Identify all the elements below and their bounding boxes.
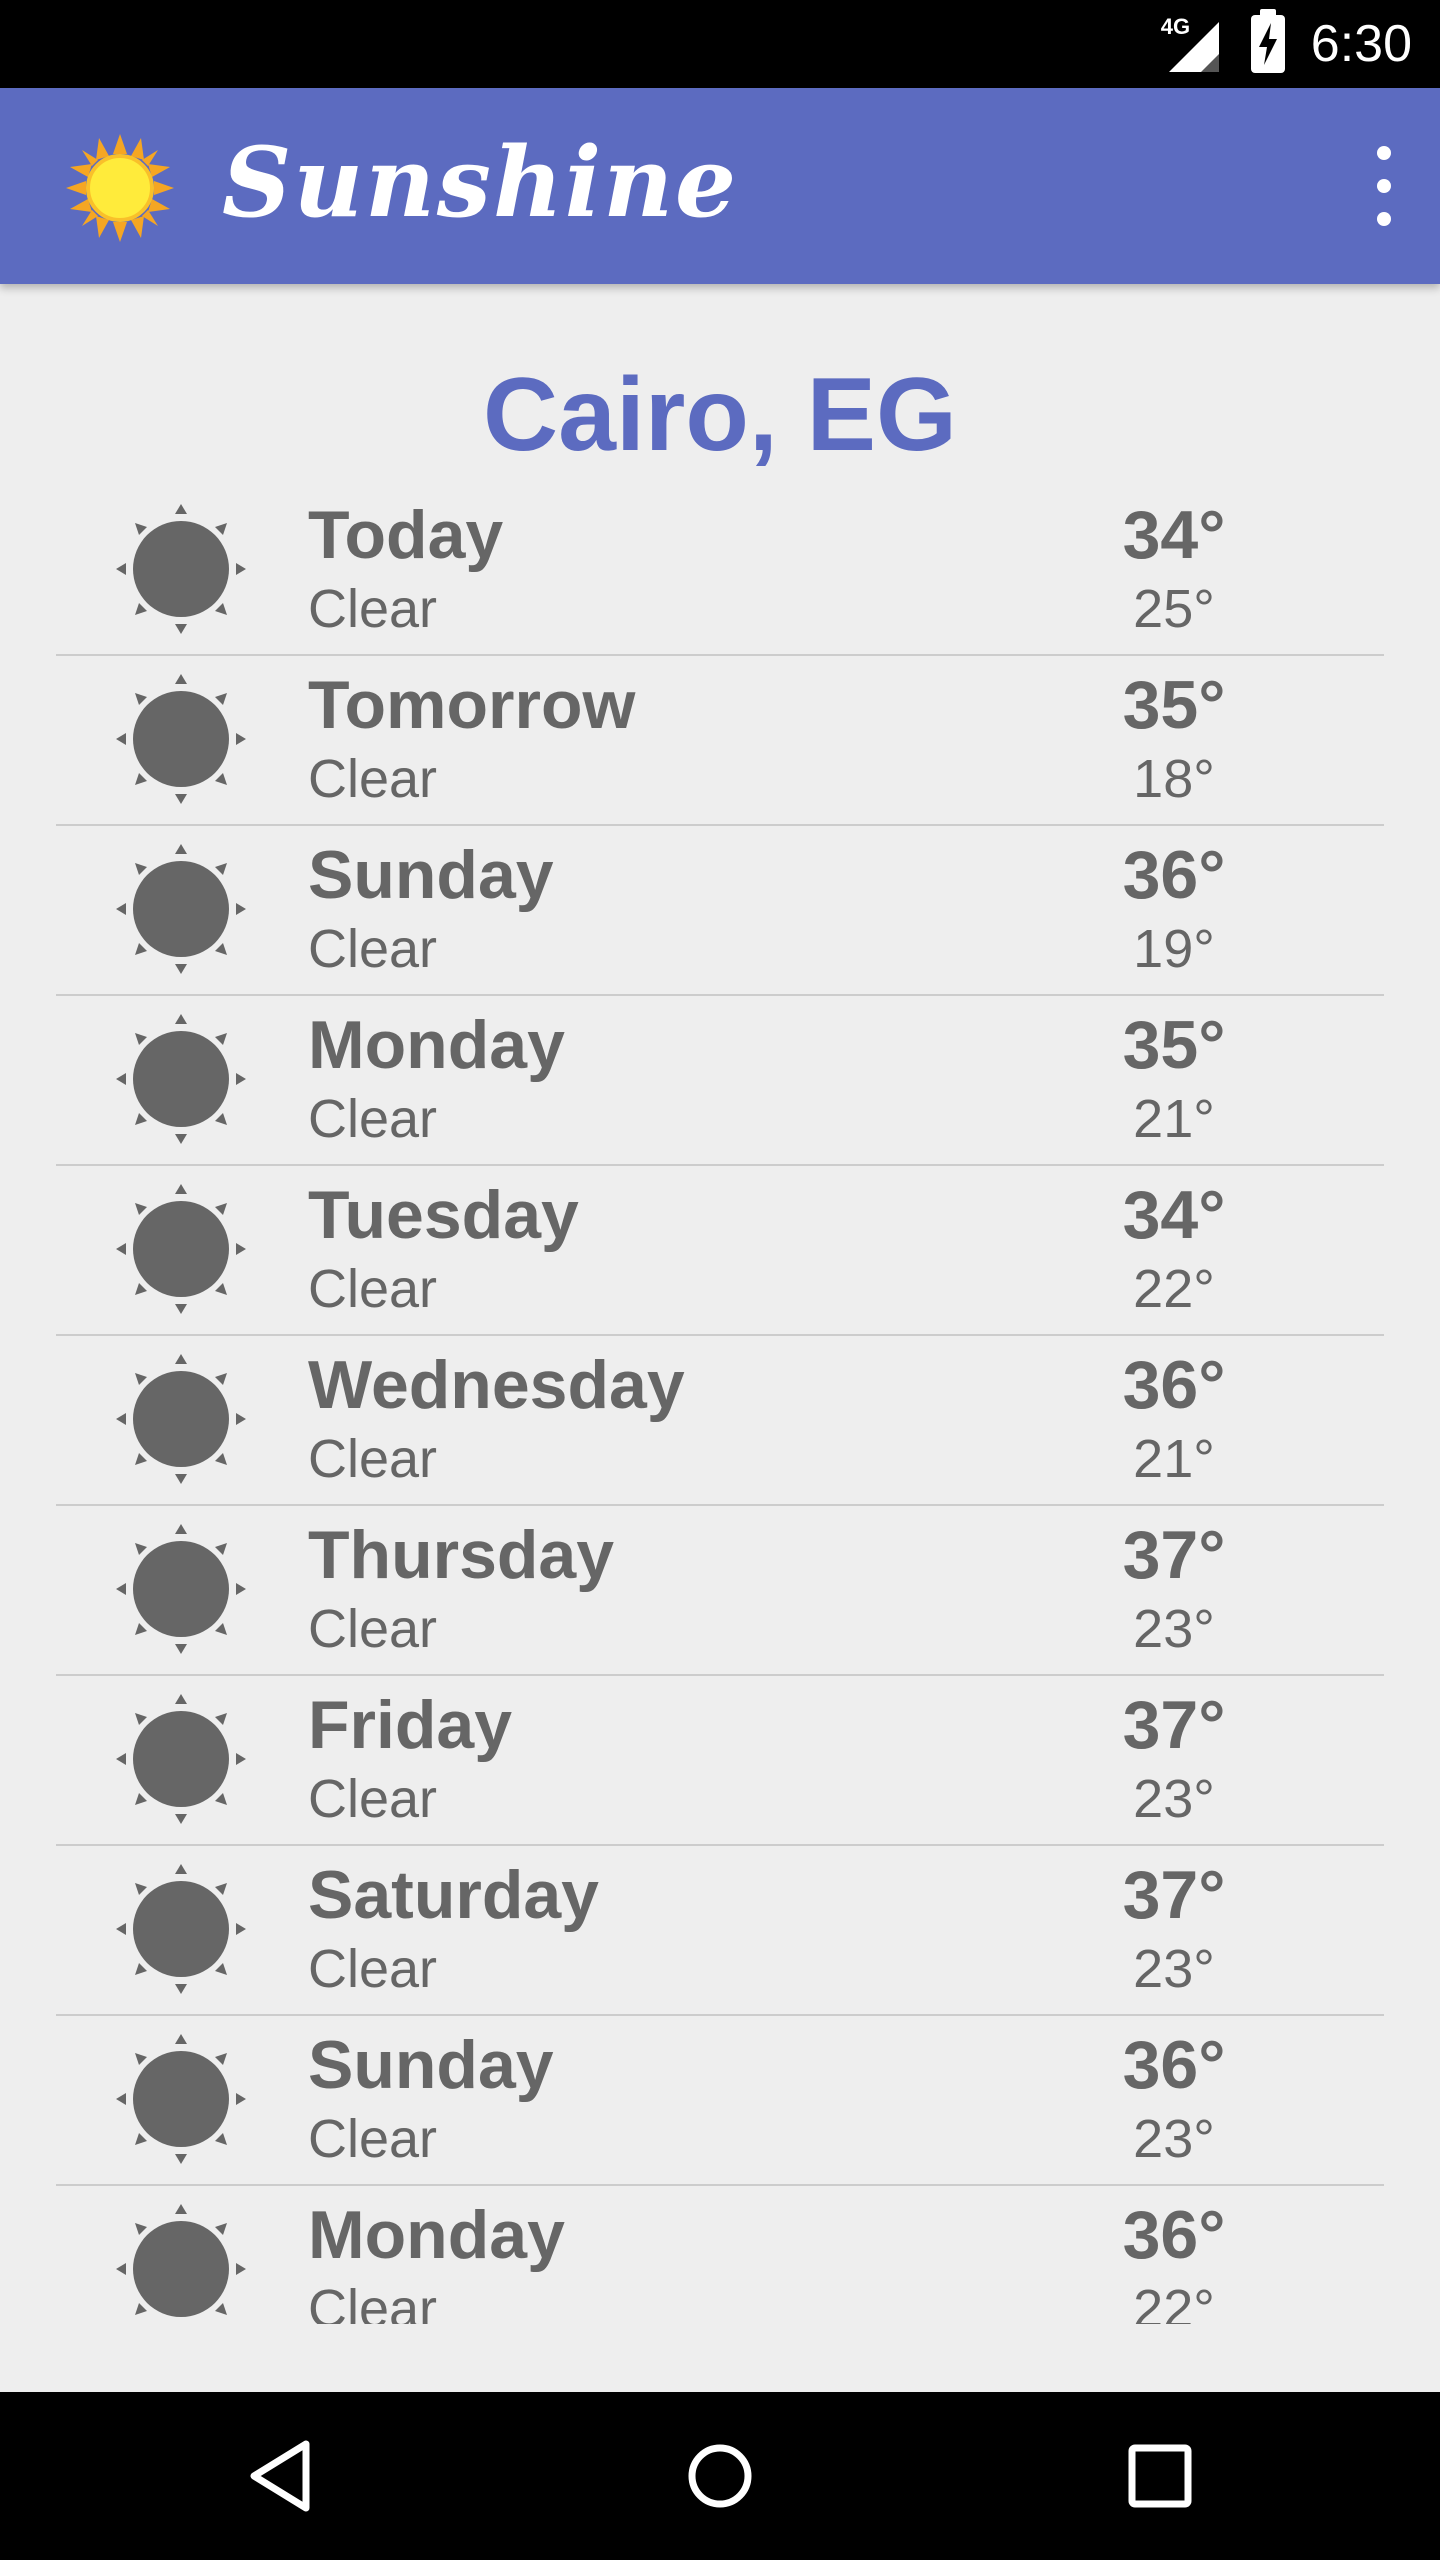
home-circle-icon[interactable] bbox=[670, 2426, 770, 2526]
low-temperature: 22° bbox=[1133, 1259, 1215, 1319]
forecast-row[interactable]: Tuesday Clear 34° 22° bbox=[56, 1166, 1384, 1336]
high-temperature: 34° bbox=[1122, 1177, 1226, 1253]
location-title: Cairo, EG bbox=[483, 357, 957, 473]
recents-square-icon[interactable] bbox=[1110, 2426, 1210, 2526]
forecast-row[interactable]: Friday Clear 37° 23° bbox=[56, 1676, 1384, 1846]
forecast-row[interactable]: Monday Clear 35° 21° bbox=[56, 996, 1384, 1166]
forecast-row[interactable]: Wednesday Clear 36° 21° bbox=[56, 1336, 1384, 1506]
weather-condition: Clear bbox=[308, 1599, 438, 1659]
day-name: Sunday bbox=[308, 837, 554, 913]
status-icons: 4G 6:30 bbox=[1161, 0, 1412, 88]
weather-condition: Clear bbox=[308, 749, 438, 809]
back-triangle-icon[interactable] bbox=[230, 2426, 330, 2526]
status-bar: 4G 6:30 bbox=[0, 0, 1440, 88]
menu-dot bbox=[1377, 212, 1391, 226]
low-temperature: 25° bbox=[1133, 579, 1215, 639]
low-temperature: 19° bbox=[1133, 919, 1215, 979]
day-name: Sunday bbox=[308, 2027, 554, 2103]
system-nav-bar bbox=[0, 2392, 1440, 2560]
high-temperature: 37° bbox=[1122, 1517, 1226, 1593]
clear-sun-icon bbox=[116, 674, 246, 804]
high-temperature: 35° bbox=[1122, 1007, 1226, 1083]
more-vert-icon[interactable] bbox=[1356, 146, 1412, 226]
bolt-icon bbox=[1258, 23, 1277, 65]
clear-sun-icon bbox=[116, 844, 246, 974]
forecast-row[interactable]: Sunday Clear 36° 23° bbox=[56, 2016, 1384, 2186]
weather-condition: Clear bbox=[308, 1089, 438, 1149]
forecast-row[interactable]: Sunday Clear 36° 19° bbox=[56, 826, 1384, 996]
day-name: Monday bbox=[308, 1007, 565, 1083]
weather-condition: Clear bbox=[308, 2279, 438, 2324]
low-temperature: 23° bbox=[1133, 1599, 1215, 1659]
network-type-label: 4G bbox=[1160, 14, 1191, 39]
weather-condition: Clear bbox=[308, 1939, 438, 1999]
clear-sun-icon bbox=[116, 1354, 246, 1484]
cell-signal-icon: 4G bbox=[1161, 14, 1225, 74]
high-temperature: 37° bbox=[1122, 1857, 1226, 1933]
high-temperature: 36° bbox=[1122, 837, 1226, 913]
app-bar: Sunshine bbox=[0, 88, 1440, 284]
day-name: Saturday bbox=[308, 1857, 599, 1933]
clear-sun-icon bbox=[116, 1524, 246, 1654]
low-temperature: 18° bbox=[1133, 749, 1215, 809]
sun-logo-icon bbox=[66, 134, 174, 242]
day-name: Thursday bbox=[308, 1517, 615, 1593]
weather-condition: Clear bbox=[308, 1769, 438, 1829]
clear-sun-icon bbox=[116, 1184, 246, 1314]
low-temperature: 22° bbox=[1133, 2279, 1215, 2324]
forecast-row[interactable]: Monday Clear 36° 22° bbox=[56, 2186, 1384, 2324]
day-name: Monday bbox=[308, 2197, 565, 2273]
app-title: Sunshine bbox=[222, 126, 739, 239]
menu-dot bbox=[1377, 146, 1391, 160]
forecast-row[interactable]: Today Clear 34° 25° bbox=[56, 486, 1384, 656]
clear-sun-icon bbox=[116, 1014, 246, 1144]
weather-condition: Clear bbox=[308, 2109, 438, 2169]
battery-charging-icon bbox=[1250, 9, 1285, 73]
menu-dot bbox=[1377, 179, 1391, 193]
high-temperature: 36° bbox=[1122, 2197, 1226, 2273]
high-temperature: 36° bbox=[1122, 2027, 1226, 2103]
low-temperature: 23° bbox=[1133, 1939, 1215, 1999]
high-temperature: 36° bbox=[1122, 1347, 1226, 1423]
clock: 6:30 bbox=[1310, 15, 1412, 73]
day-name: Friday bbox=[308, 1687, 513, 1763]
low-temperature: 23° bbox=[1133, 2109, 1215, 2169]
day-name: Tomorrow bbox=[308, 667, 636, 743]
clear-sun-icon bbox=[116, 2204, 246, 2317]
low-temperature: 21° bbox=[1133, 1429, 1215, 1489]
weather-condition: Clear bbox=[308, 1429, 438, 1489]
forecast-screen: Cairo, EG Today Clear 34° 25° Tomorrow C… bbox=[0, 284, 1440, 2392]
day-name: Tuesday bbox=[308, 1177, 579, 1253]
low-temperature: 23° bbox=[1133, 1769, 1215, 1829]
high-temperature: 35° bbox=[1122, 667, 1226, 743]
day-name: Wednesday bbox=[308, 1347, 685, 1423]
high-temperature: 37° bbox=[1122, 1687, 1226, 1763]
clear-sun-icon bbox=[116, 2034, 246, 2164]
weather-condition: Clear bbox=[308, 1259, 438, 1319]
clear-sun-icon bbox=[116, 1694, 246, 1824]
weather-condition: Clear bbox=[308, 919, 438, 979]
high-temperature: 34° bbox=[1122, 497, 1226, 573]
clear-sun-icon bbox=[116, 1864, 246, 1994]
low-temperature: 21° bbox=[1133, 1089, 1215, 1149]
weather-condition: Clear bbox=[308, 579, 438, 639]
forecast-row[interactable]: Saturday Clear 37° 23° bbox=[56, 1846, 1384, 2016]
forecast-list[interactable]: Today Clear 34° 25° Tomorrow Clear 35° 1… bbox=[56, 486, 1384, 2324]
forecast-row[interactable]: Thursday Clear 37° 23° bbox=[56, 1506, 1384, 1676]
forecast-row[interactable]: Tomorrow Clear 35° 18° bbox=[56, 656, 1384, 826]
day-name: Today bbox=[308, 497, 504, 573]
clear-sun-icon bbox=[116, 504, 246, 634]
